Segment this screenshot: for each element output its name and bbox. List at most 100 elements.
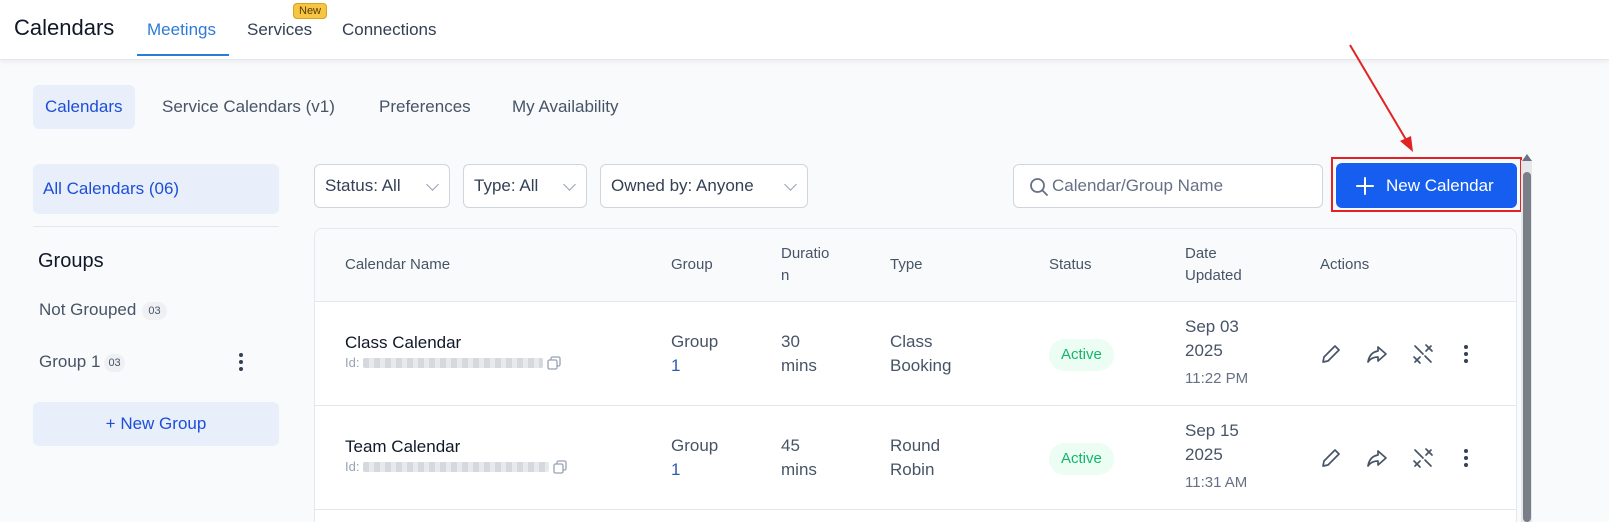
header-date-line-1: Date <box>1185 245 1217 262</box>
subtab-my-availability[interactable]: My Availability <box>500 85 630 129</box>
header-calendar-name: Calendar Name <box>345 256 451 273</box>
table-row: Team Calendar Id: Group 1 45 mins Round … <box>315 406 1516 510</box>
date-cell: Sep 03 2025 11:22 PM <box>1185 315 1248 391</box>
share-icon[interactable] <box>1365 342 1389 366</box>
date-line-2: 2025 <box>1185 341 1223 360</box>
date-cell: Sep 15 2025 11:31 AM <box>1185 419 1247 495</box>
type-cell: Class Booking <box>890 330 951 378</box>
owned-by-filter[interactable]: Owned by: Anyone <box>600 164 808 208</box>
header-actions: Actions <box>1320 256 1370 273</box>
scrollbar-thumb[interactable] <box>1523 172 1531 522</box>
group-line-2: 1 <box>671 356 681 375</box>
status-badge: Active <box>1049 443 1114 475</box>
tab-meetings[interactable]: Meetings <box>147 20 216 40</box>
calendar-id: Id: <box>345 355 562 370</box>
group-line-1: Group <box>671 332 719 351</box>
status-filter-label: Status: All <box>325 176 401 195</box>
edit-icon[interactable] <box>1319 342 1343 366</box>
chevron-down-icon <box>563 178 576 191</box>
group-label: Group 1 <box>39 352 101 371</box>
group-line-1: Group <box>671 436 719 455</box>
type-line-1: Class <box>890 332 933 351</box>
sidebar-divider <box>33 226 279 227</box>
groups-heading: Groups <box>38 250 104 272</box>
group-count-badge: 03 <box>104 353 125 372</box>
plus-icon <box>1356 176 1374 195</box>
search-box[interactable] <box>1013 164 1323 208</box>
calendar-name-cell: Class Calendar Id: <box>345 333 562 370</box>
edit-icon[interactable] <box>1319 446 1343 470</box>
scroll-up-icon[interactable] <box>1522 154 1532 161</box>
active-tab-indicator <box>137 54 229 56</box>
new-group-button[interactable]: + New Group <box>33 402 279 446</box>
new-badge: New <box>293 3 328 19</box>
type-filter-label: Type: All <box>474 176 539 195</box>
group-line-2: 1 <box>671 460 681 479</box>
group-more-options-icon[interactable] <box>231 350 251 374</box>
table-row: Class Calendar Id: Group 1 30 mins Class… <box>315 302 1516 406</box>
calendar-name-cell: Team Calendar Id: <box>345 437 568 474</box>
duration-line-1: 30 <box>781 332 800 351</box>
app-title: Calendars <box>14 15 115 40</box>
type-cell: Round Robin <box>890 434 940 482</box>
header-duration-line-1: Duratio <box>781 245 830 262</box>
subtab-calendars[interactable]: Calendars <box>33 85 135 129</box>
tools-icon[interactable] <box>1411 446 1435 470</box>
status-badge: Active <box>1049 339 1114 371</box>
owned-by-filter-label: Owned by: Anyone <box>611 176 754 195</box>
time-text: 11:22 PM <box>1185 370 1249 387</box>
date-line-1: Sep 03 <box>1185 317 1239 336</box>
header-status: Status <box>1049 256 1092 273</box>
group-cell: Group 1 <box>671 330 718 378</box>
duration-cell: 30 mins <box>781 330 817 378</box>
type-line-2: Robin <box>890 460 935 479</box>
duration-cell: 45 mins <box>781 434 817 482</box>
group-cell: Group 1 <box>671 434 718 482</box>
header-date-updated: Date Updated <box>1185 243 1242 287</box>
header-duration-line-2: n <box>781 267 790 284</box>
group-item-group-1[interactable]: Group 1 03 <box>39 352 125 372</box>
share-icon[interactable] <box>1365 446 1389 470</box>
status-filter[interactable]: Status: All <box>314 164 450 208</box>
new-calendar-button[interactable]: New Calendar <box>1336 163 1517 208</box>
redacted-id <box>363 461 550 472</box>
group-count-badge: 03 <box>142 301 167 320</box>
more-options-icon[interactable] <box>1456 446 1476 470</box>
date-line-1: Sep 15 <box>1185 421 1239 440</box>
copy-icon[interactable] <box>553 459 568 474</box>
group-item-not-grouped[interactable]: Not Grouped 03 <box>39 300 167 320</box>
tools-icon[interactable] <box>1411 342 1435 366</box>
header-date-line-2: Updated <box>1185 267 1242 284</box>
calendar-id: Id: <box>345 459 568 474</box>
subtab-service-calendars[interactable]: Service Calendars (v1) <box>150 85 347 129</box>
new-calendar-label: New Calendar <box>1386 175 1494 195</box>
search-input[interactable] <box>1052 166 1312 206</box>
id-label: Id: <box>345 459 360 474</box>
table-header: Calendar Name Group Duratio n Type Statu… <box>315 229 1516 302</box>
tab-connections[interactable]: Connections <box>342 20 437 40</box>
type-line-1: Round <box>890 436 941 455</box>
calendars-table: Calendar Name Group Duratio n Type Statu… <box>314 228 1517 522</box>
type-filter[interactable]: Type: All <box>463 164 587 208</box>
duration-line-1: 45 <box>781 436 800 455</box>
type-line-2: Booking <box>890 356 952 375</box>
search-icon <box>1030 178 1048 196</box>
subtab-preferences[interactable]: Preferences <box>367 85 483 129</box>
date-line-2: 2025 <box>1185 445 1223 464</box>
duration-line-2: mins <box>781 356 817 375</box>
all-calendars-item[interactable]: All Calendars (06) <box>33 164 279 214</box>
header-group: Group <box>671 256 713 273</box>
calendar-name-link[interactable]: Class Calendar <box>345 333 561 353</box>
chevron-down-icon <box>784 178 797 191</box>
duration-line-2: mins <box>781 460 817 479</box>
redacted-id <box>363 357 544 368</box>
chevron-down-icon <box>426 178 439 191</box>
group-label: Not Grouped <box>39 300 137 319</box>
top-bar: Calendars Meetings Services New Connecti… <box>0 0 1609 60</box>
tab-services[interactable]: Services <box>247 20 312 40</box>
more-options-icon[interactable] <box>1456 342 1476 366</box>
header-type: Type <box>890 256 923 273</box>
header-duration: Duratio n <box>781 243 829 287</box>
copy-icon[interactable] <box>547 355 562 370</box>
calendar-name-link[interactable]: Team Calendar <box>345 437 567 457</box>
